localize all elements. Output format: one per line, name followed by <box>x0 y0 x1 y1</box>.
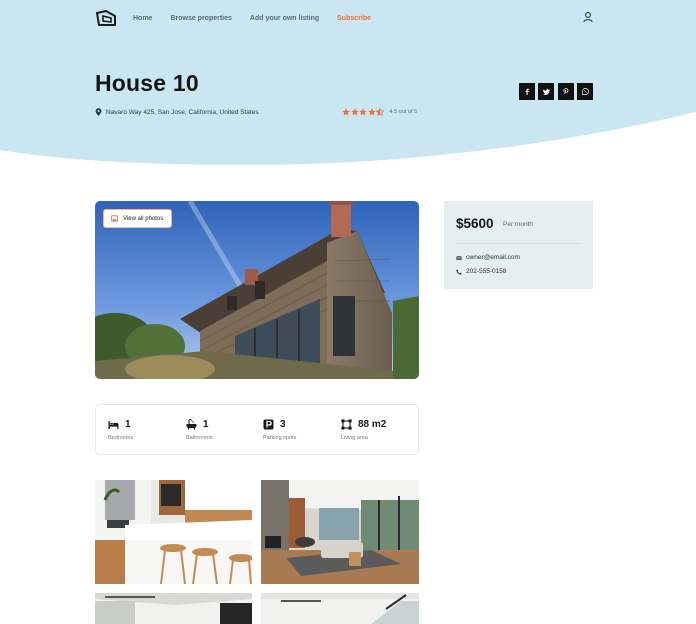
price-value: $5600 <box>456 216 494 231</box>
property-address: Navaro Way 425, San Jose, California, Un… <box>95 108 259 116</box>
gallery-photo-interior-1[interactable] <box>95 593 252 624</box>
star-icon <box>359 108 367 116</box>
bathrooms-value: 1 <box>203 419 209 430</box>
pinterest-share-button[interactable] <box>557 83 574 100</box>
property-rating: 4.5 out of 5 <box>342 108 417 116</box>
phone-text: 202-555-0158 <box>466 268 507 275</box>
property-title: House 10 <box>95 70 199 96</box>
contact-phone[interactable]: 202-555-0158 <box>456 268 506 275</box>
bathtub-icon <box>186 419 197 430</box>
bathrooms-label: Bathrooms <box>186 435 213 441</box>
rating-text: 4.5 out of 5 <box>389 109 418 115</box>
nav-browse-link[interactable]: Browse properties <box>170 15 231 22</box>
gallery-photo-interior-2[interactable] <box>261 593 419 624</box>
image-icon <box>111 215 118 222</box>
view-all-photos-label: View all photos <box>123 215 164 222</box>
bedrooms-value: 1 <box>125 419 131 430</box>
whatsapp-icon <box>581 88 589 95</box>
gallery-photo-living-room[interactable] <box>261 480 419 584</box>
view-all-photos-button[interactable]: View all photos <box>103 209 173 228</box>
living-room-photo <box>261 480 419 584</box>
pinterest-icon <box>563 88 569 95</box>
facebook-share-button[interactable] <box>519 83 535 100</box>
rating-stars <box>342 108 385 116</box>
living-area-label: Living area <box>341 435 368 441</box>
star-half-icon <box>376 108 384 116</box>
price-period: Per month <box>503 221 533 228</box>
feature-parking: 3 Parking spots <box>263 419 296 441</box>
mail-icon <box>456 255 462 260</box>
main-property-photo[interactable]: View all photos <box>95 201 419 379</box>
parking-label: Parking spots <box>263 435 297 441</box>
facebook-icon <box>525 88 529 95</box>
logo-icon[interactable] <box>95 9 116 27</box>
property-features: 1 Bedrooms 1 Bathrooms 3 Parking spots 8… <box>95 404 419 455</box>
bed-icon <box>108 421 119 429</box>
email-text: owner@email.com <box>466 254 520 261</box>
star-icon <box>350 108 359 116</box>
whatsapp-share-button[interactable] <box>577 83 594 100</box>
living-area-value: 88 m2 <box>358 419 387 430</box>
card-divider <box>456 243 581 244</box>
price-card: $5600 Per month owner@email.com 202-555-… <box>444 201 593 289</box>
parking-icon <box>263 419 274 430</box>
bedrooms-label: Bedrooms <box>108 435 134 441</box>
interior-photo-2 <box>261 593 419 624</box>
phone-icon <box>456 268 462 275</box>
star-icon <box>342 108 350 116</box>
nav-subscribe-link[interactable]: Subscribe <box>337 15 371 22</box>
twitter-share-button[interactable] <box>538 83 555 100</box>
area-icon <box>341 419 352 430</box>
property-page: Home Browse properties Add your own list… <box>0 0 696 624</box>
nav-home-link[interactable]: Home <box>133 15 152 22</box>
contact-email[interactable]: owner@email.com <box>456 254 520 261</box>
gallery-photo-kitchen[interactable] <box>95 480 252 584</box>
address-text: Navaro Way 425, San Jose, California, Un… <box>106 108 259 116</box>
star-icon <box>367 108 376 116</box>
feature-living-area: 88 m2 Living area <box>341 419 386 441</box>
location-pin-icon <box>95 108 102 116</box>
parking-value: 3 <box>280 419 286 430</box>
kitchen-photo <box>95 480 252 584</box>
nav-add-listing-link[interactable]: Add your own listing <box>250 15 319 22</box>
top-navigation: Home Browse properties Add your own list… <box>95 8 596 28</box>
user-icon[interactable] <box>582 11 594 23</box>
feature-bedrooms: 1 Bedrooms <box>108 419 133 441</box>
share-buttons <box>519 83 594 100</box>
twitter-icon <box>542 88 550 95</box>
feature-bathrooms: 1 Bathrooms <box>186 419 213 441</box>
interior-photo-1 <box>95 593 252 624</box>
